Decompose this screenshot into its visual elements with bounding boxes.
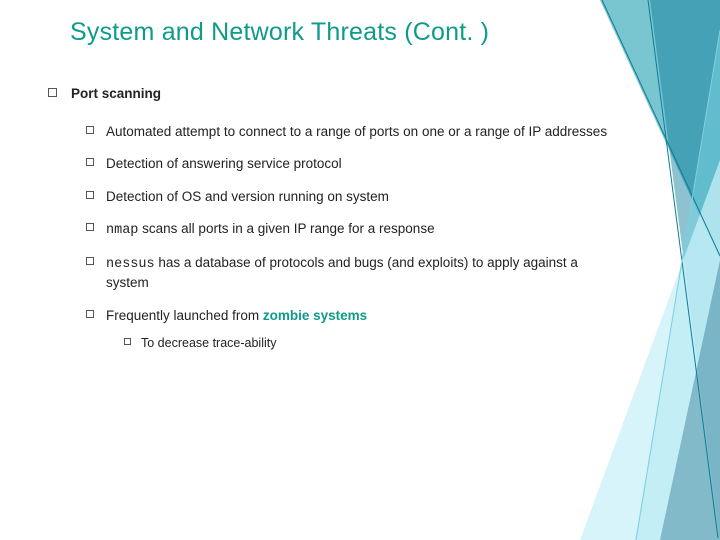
bullet-label: Port scanning (71, 85, 608, 103)
subbullet-text: Automated attempt to connect to a range … (106, 123, 608, 141)
code-nessus: nessus (106, 257, 155, 272)
slide: System and Network Threats (Cont. ) Port… (0, 0, 720, 540)
bullet-box-icon (86, 158, 94, 166)
text-pre: Frequently launched from (106, 308, 263, 323)
bullet-box-icon (86, 310, 94, 318)
bullet-box-icon (86, 223, 94, 231)
subbullet-text: Detection of OS and version running on s… (106, 188, 608, 206)
subbullet-zombie: Frequently launched from zombie systems (86, 307, 608, 325)
bullet-box-icon (86, 257, 94, 265)
subsubbullet-text: To decrease trace-ability (141, 335, 608, 352)
subbullet: Automated attempt to connect to a range … (86, 123, 608, 141)
subbullet-text: Detection of answering service protocol (106, 155, 608, 173)
bullet-box-icon (48, 88, 57, 97)
subbullet: Detection of answering service protocol (86, 155, 608, 173)
slide-content: Port scanning Automated attempt to conne… (48, 85, 608, 364)
bullet-box-icon (124, 338, 131, 345)
subbullet-nessus: nessus has a database of protocols and b… (86, 254, 608, 292)
subsubbullet: To decrease trace-ability (124, 335, 608, 352)
subbullet: Detection of OS and version running on s… (86, 188, 608, 206)
text-rest: scans all ports in a given IP range for … (138, 221, 434, 236)
slide-title: System and Network Threats (Cont. ) (70, 18, 489, 47)
subbullet-text: nessus has a database of protocols and b… (106, 254, 608, 292)
text-rest: has a database of protocols and bugs (an… (106, 255, 578, 290)
subbullet-text: nmap scans all ports in a given IP range… (106, 220, 608, 240)
bullet-port-scanning: Port scanning (48, 85, 608, 103)
bullet-box-icon (86, 126, 94, 134)
accent-zombie-systems: zombie systems (263, 308, 367, 323)
subbullet-text: Frequently launched from zombie systems (106, 307, 608, 325)
bullet-box-icon (86, 191, 94, 199)
subbullet-nmap: nmap scans all ports in a given IP range… (86, 220, 608, 240)
code-nmap: nmap (106, 223, 138, 238)
